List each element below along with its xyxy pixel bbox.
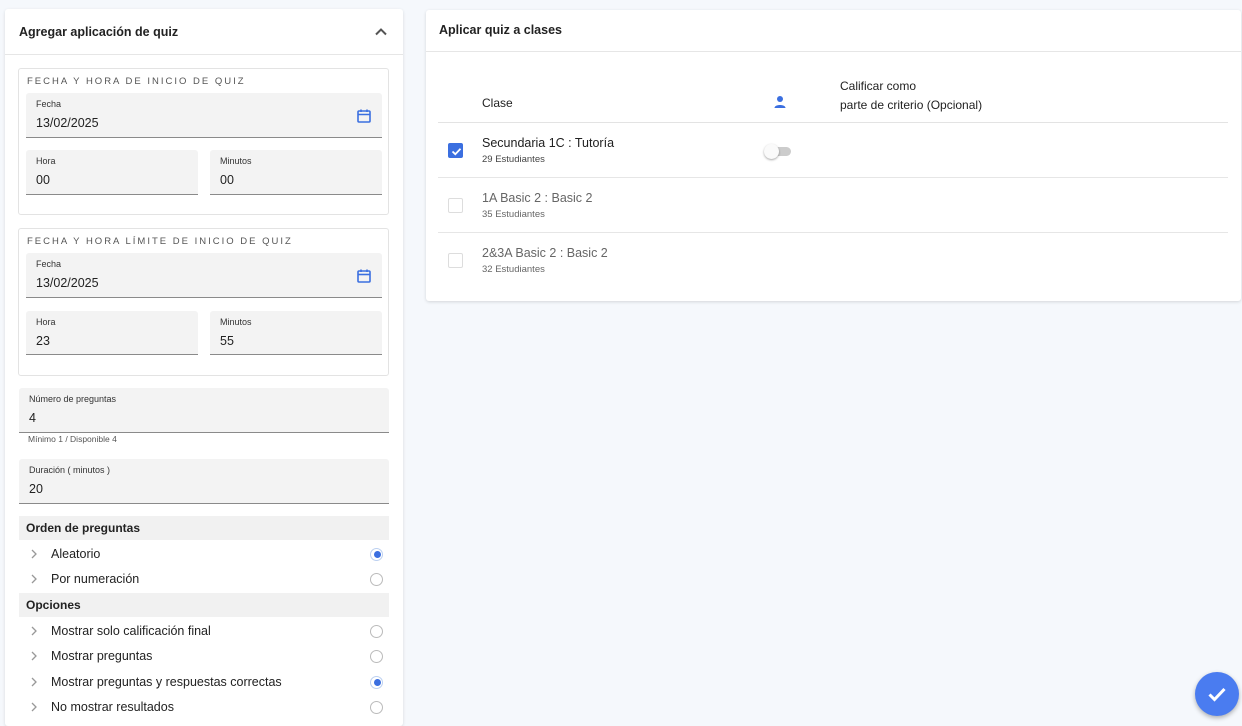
field-label: Fecha [36,99,62,109]
limit-minutes-field[interactable]: Minutos 55 [210,311,382,355]
table-row[interactable]: Secundaria 1C : Tutoría 29 Estudiantes [438,123,1228,178]
field-value: 13/02/2025 [36,116,99,130]
option-label: Mostrar solo calificación final [51,624,211,638]
option-label: Por numeración [51,572,140,586]
calendar-icon[interactable] [356,268,372,284]
start-hour-field[interactable]: Hora 00 [26,150,198,195]
check-icon [451,148,462,156]
results-option-questions-answers[interactable]: Mostrar preguntas y respuestas correctas [19,670,389,694]
field-label: Duración ( minutos ) [29,465,111,475]
option-radio[interactable] [370,700,383,714]
class-name: 1A Basic 2 : Basic 2 [482,191,593,205]
option-radio[interactable] [370,572,383,586]
row-checkbox[interactable] [448,198,463,213]
person-icon [774,96,786,108]
chevron-right-icon [31,549,37,559]
chevron-right-icon [31,651,37,661]
class-name: Secundaria 1C : Tutoría [482,136,615,150]
option-radio[interactable] [370,649,383,663]
field-value: 00 [36,173,50,187]
option-radio[interactable] [370,624,383,638]
field-label: Hora [36,156,56,166]
calendar-icon[interactable] [356,108,372,124]
field-value: 13/02/2025 [36,276,99,290]
field-label: Fecha [36,259,62,269]
row-checkbox[interactable] [448,143,463,158]
limit-hour-field[interactable]: Hora 23 [26,311,198,355]
panel-title: Aplicar quiz a clases [426,10,1241,52]
results-option-questions[interactable]: Mostrar preguntas [19,644,389,668]
field-value: 4 [29,411,36,425]
student-count: 32 Estudiantes [482,264,545,275]
chevron-right-icon [31,702,37,712]
option-radio[interactable] [370,547,383,561]
questions-hint: Mínimo 1 / Disponible 4 [28,434,117,444]
apply-to-classes-panel: Aplicar quiz a clases Clase Calificar co… [426,10,1241,301]
panel-header[interactable]: Agregar aplicación de quiz [5,9,403,55]
column-grade-line2: parte de criterio (Opcional) [840,98,983,112]
student-count: 35 Estudiantes [482,209,545,220]
option-label: Mostrar preguntas y respuestas correctas [51,675,282,689]
option-label: Aleatorio [51,547,101,561]
quiz-application-panel: Agregar aplicación de quiz FECHA Y HORA … [5,9,403,726]
confirm-button[interactable] [1195,672,1239,716]
group-title: FECHA Y HORA LÍMITE DE INICIO DE QUIZ [27,236,293,247]
toggle-knob [764,144,779,159]
chevron-up-icon[interactable] [373,24,389,40]
limit-date-field[interactable]: Fecha 13/02/2025 [26,253,382,298]
option-label: Mostrar preguntas [51,649,153,663]
option-label: No mostrar resultados [51,700,174,714]
column-class: Clase [482,96,513,110]
check-icon [1208,687,1226,702]
duration-field[interactable]: Duración ( minutos ) 20 [19,459,389,504]
start-datetime-group: FECHA Y HORA DE INICIO DE QUIZ Fecha 13/… [18,68,389,215]
field-value: 23 [36,334,50,348]
limit-datetime-group: FECHA Y HORA LÍMITE DE INICIO DE QUIZ Fe… [18,228,389,376]
results-option-none[interactable]: No mostrar resultados [19,695,389,719]
grade-criterion-toggle[interactable] [764,144,792,159]
results-option-final-grade[interactable]: Mostrar solo calificación final [19,619,389,643]
field-value: 20 [29,482,43,496]
order-option-random[interactable]: Aleatorio [19,542,389,566]
field-value: 55 [220,334,234,348]
chevron-right-icon [31,677,37,687]
student-count: 29 Estudiantes [482,154,545,165]
class-name: 2&3A Basic 2 : Basic 2 [482,246,608,260]
row-checkbox[interactable] [448,253,463,268]
chevron-right-icon [31,626,37,636]
order-section-title: Orden de preguntas [19,516,389,540]
column-grade-line1: Calificar como [840,79,917,93]
group-title: FECHA Y HORA DE INICIO DE QUIZ [27,76,246,87]
field-value: 00 [220,173,234,187]
panel-title: Agregar aplicación de quiz [19,24,179,39]
field-label: Número de preguntas [29,394,117,404]
chevron-right-icon [31,574,37,584]
start-date-field[interactable]: Fecha 13/02/2025 [26,93,382,138]
options-section-title: Opciones [19,593,389,617]
column-grade: Calificar como parte de criterio (Opcion… [840,77,982,115]
field-label: Minutos [220,317,252,327]
field-label: Minutos [220,156,252,166]
questions-count-field[interactable]: Número de preguntas 4 [19,388,389,433]
table-row[interactable]: 2&3A Basic 2 : Basic 2 32 Estudiantes [438,233,1228,288]
table-header: Clase Calificar como parte de criterio (… [438,70,1228,123]
start-minutes-field[interactable]: Minutos 00 [210,150,382,195]
option-radio[interactable] [370,675,383,689]
order-option-numbering[interactable]: Por numeración [19,567,389,591]
table-row[interactable]: 1A Basic 2 : Basic 2 35 Estudiantes [438,178,1228,233]
field-label: Hora [36,317,56,327]
